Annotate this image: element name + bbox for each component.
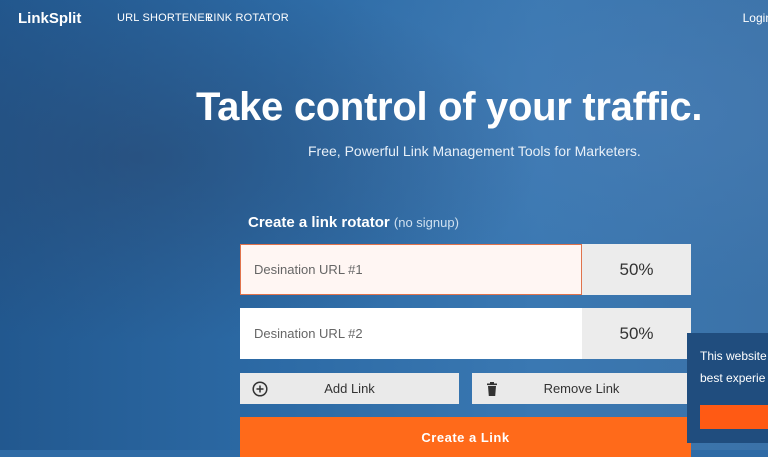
cookie-text-line-2: best experie (700, 371, 766, 385)
form-title-text: Create a link rotator (248, 214, 390, 231)
create-link-button[interactable]: Create a Link (240, 417, 691, 457)
hero-subheadline: Free, Powerful Link Management Tools for… (308, 143, 641, 159)
add-link-label: Add Link (324, 381, 375, 396)
navbar: LinkSplit URL SHORTENER LINK ROTATOR Log… (0, 0, 768, 36)
remove-link-button[interactable]: Remove Link (472, 373, 691, 404)
cookie-accept-button[interactable] (700, 405, 768, 429)
brand-logo[interactable]: LinkSplit (18, 10, 81, 27)
url-row-1: 50% (240, 244, 691, 295)
plus-circle-icon (252, 381, 268, 397)
weight-percent-1[interactable]: 50% (582, 244, 691, 295)
nav-link-rotator[interactable]: LINK ROTATOR (207, 12, 289, 24)
weight-percent-2[interactable]: 50% (582, 308, 691, 359)
login-link[interactable]: Login (743, 11, 768, 25)
destination-url-input-1[interactable] (240, 244, 582, 295)
cookie-text-line-1: This website (700, 349, 767, 363)
form-title: Create a link rotator (no signup) (248, 214, 459, 231)
form-title-hint: (no signup) (393, 215, 459, 230)
url-row-2: 50% (240, 308, 691, 359)
cookie-banner: This website best experie (687, 333, 768, 443)
destination-url-input-2[interactable] (240, 308, 582, 359)
nav-url-shortener[interactable]: URL SHORTENER (117, 12, 213, 24)
hero-headline: Take control of your traffic. (196, 85, 703, 129)
trash-icon (487, 382, 497, 396)
remove-link-label: Remove Link (543, 381, 620, 396)
add-link-button[interactable]: Add Link (240, 373, 459, 404)
